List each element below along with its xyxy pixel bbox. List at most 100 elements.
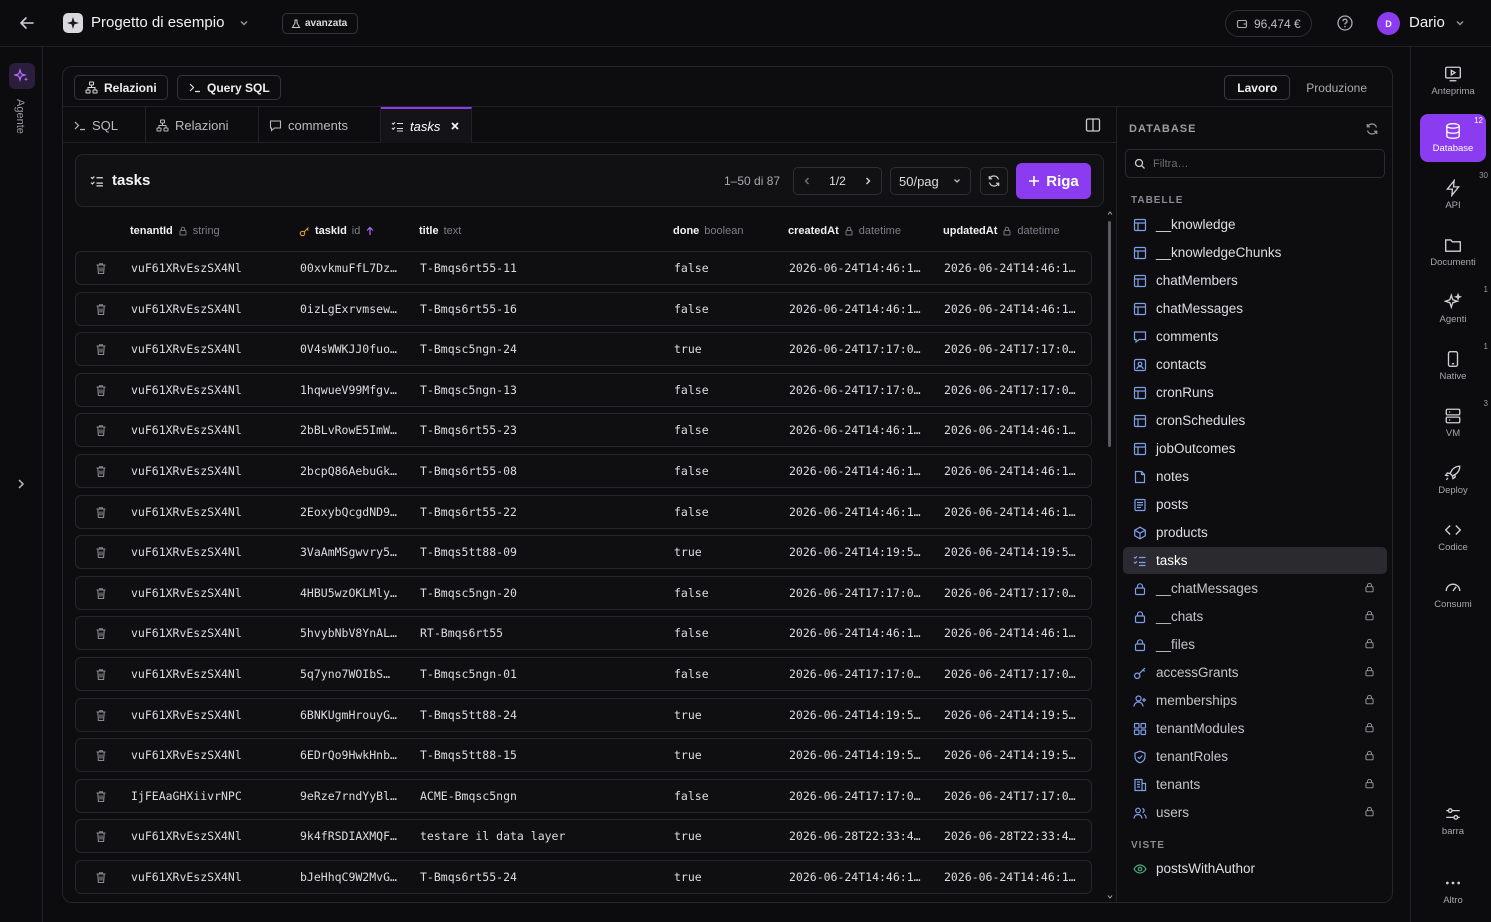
cell-tenantId[interactable]: vuF61XRvEszSX4Nl bbox=[131, 464, 242, 478]
table-item-posts[interactable]: posts bbox=[1123, 491, 1387, 518]
tab-tasks[interactable]: tasks bbox=[381, 107, 472, 143]
cell-title[interactable]: testare il data layer bbox=[420, 829, 565, 843]
cell-done[interactable]: true bbox=[674, 870, 702, 884]
table-row[interactable]: vuF61XRvEszSX4Nl 1hqwueV99Mfgv… T-Bmqsc5ng… bbox=[75, 372, 1092, 407]
table-row[interactable]: vuF61XRvEszSX4Nl 2EoxybQcgdND9… T-Bmqs6rt5… bbox=[75, 494, 1092, 529]
cell-taskId[interactable]: 00xvkmuFfL7Dz… bbox=[300, 261, 397, 275]
cell-updatedAt[interactable]: 2026-06-24T17:17:0… bbox=[944, 789, 1076, 803]
table-item-chatMessages[interactable]: chatMessages bbox=[1123, 295, 1387, 322]
cell-title[interactable]: ACME-Bmqsc5ngn bbox=[420, 789, 517, 803]
cell-updatedAt[interactable]: 2026-06-24T14:46:1… bbox=[944, 261, 1076, 275]
rail-item-documenti[interactable]: Documenti bbox=[1420, 228, 1486, 276]
cell-taskId[interactable]: bJeHhqC9W2MvG… bbox=[300, 870, 397, 884]
refresh-icon[interactable] bbox=[1365, 122, 1379, 136]
cell-updatedAt[interactable]: 2026-06-24T17:17:0… bbox=[944, 586, 1076, 600]
trash-icon[interactable] bbox=[95, 709, 107, 722]
table-item-files[interactable]: __files bbox=[1123, 631, 1387, 658]
cell-title[interactable]: T-Bmqsc5ngn-13 bbox=[420, 383, 517, 397]
table-item-memberships[interactable]: memberships bbox=[1123, 687, 1387, 714]
cell-done[interactable]: false bbox=[674, 423, 709, 437]
cell-tenantId[interactable]: vuF61XRvEszSX4Nl bbox=[131, 829, 242, 843]
cell-tenantId[interactable]: vuF61XRvEszSX4Nl bbox=[131, 545, 242, 559]
cell-createdAt[interactable]: 2026-06-24T14:46:1… bbox=[789, 626, 921, 640]
cell-tenantId[interactable]: vuF61XRvEszSX4Nl bbox=[131, 870, 242, 884]
rail-item-anteprima[interactable]: Anteprima bbox=[1420, 57, 1486, 105]
cell-taskId[interactable]: 3VaAmMSgwvry5… bbox=[300, 545, 397, 559]
trash-icon[interactable] bbox=[95, 830, 107, 843]
column-header-taskId[interactable]: taskId id bbox=[299, 225, 375, 237]
cell-tenantId[interactable]: vuF61XRvEszSX4Nl bbox=[131, 342, 242, 356]
trash-icon[interactable] bbox=[95, 384, 107, 397]
table-item-accessGrants[interactable]: accessGrants bbox=[1123, 659, 1387, 686]
cell-createdAt[interactable]: 2026-06-24T14:19:5… bbox=[789, 545, 921, 559]
back-arrow-icon[interactable] bbox=[18, 14, 36, 32]
cell-updatedAt[interactable]: 2026-06-24T14:46:1… bbox=[944, 505, 1076, 519]
column-header-title[interactable]: title text bbox=[419, 225, 461, 237]
split-view-icon[interactable] bbox=[1085, 117, 1101, 133]
cell-title[interactable]: RT-Bmqs6rt55 bbox=[420, 626, 503, 640]
chevron-down-icon[interactable] bbox=[238, 17, 250, 29]
table-item-tasks[interactable]: tasks bbox=[1123, 547, 1387, 574]
trash-icon[interactable] bbox=[95, 303, 107, 316]
rail-item-api[interactable]: API 30 bbox=[1420, 171, 1488, 219]
table-row[interactable]: vuF61XRvEszSX4Nl 4HBU5wzOKLMly… T-Bmqsc5ng… bbox=[75, 575, 1092, 610]
column-header-tenantId[interactable]: tenantId string bbox=[130, 225, 220, 237]
cell-updatedAt[interactable]: 2026-06-24T14:46:1… bbox=[944, 464, 1076, 478]
cell-title[interactable]: T-Bmqs5tt88-24 bbox=[420, 708, 517, 722]
trash-icon[interactable] bbox=[95, 871, 107, 884]
sql-query-button[interactable]: Query SQL bbox=[177, 75, 281, 100]
cell-title[interactable]: T-Bmqs6rt55-23 bbox=[420, 423, 517, 437]
cell-createdAt[interactable]: 2026-06-28T22:33:4… bbox=[789, 829, 921, 843]
project-logo-icon[interactable] bbox=[63, 13, 83, 33]
cell-taskId[interactable]: 4HBU5wzOKLMly… bbox=[300, 586, 397, 600]
cell-updatedAt[interactable]: 2026-06-24T14:19:5… bbox=[944, 748, 1076, 762]
cell-tenantId[interactable]: IjFEAaGHXiivrNPC bbox=[131, 789, 242, 803]
cell-done[interactable]: false bbox=[674, 505, 709, 519]
table-item-knowledge[interactable]: __knowledge bbox=[1123, 211, 1387, 238]
project-name[interactable]: Progetto di esempio bbox=[91, 14, 224, 31]
trash-icon[interactable] bbox=[95, 424, 107, 437]
trash-icon[interactable] bbox=[95, 465, 107, 478]
column-header-updatedAt[interactable]: updatedAt datetime bbox=[943, 225, 1060, 237]
table-item-chats[interactable]: __chats bbox=[1123, 603, 1387, 630]
table-item-tenantModules[interactable]: tenantModules bbox=[1123, 715, 1387, 742]
table-item-tenants[interactable]: tenants bbox=[1123, 771, 1387, 798]
cell-updatedAt[interactable]: 2026-06-24T14:46:1… bbox=[944, 626, 1076, 640]
scroll-up-icon[interactable] bbox=[1107, 210, 1113, 216]
table-item-chatMessages[interactable]: __chatMessages bbox=[1123, 575, 1387, 602]
table-row[interactable]: vuF61XRvEszSX4Nl 00xvkmuFfL7Dz… T-Bmqs6rt5… bbox=[75, 251, 1092, 285]
cell-tenantId[interactable]: vuF61XRvEszSX4Nl bbox=[131, 505, 242, 519]
cell-done[interactable]: true bbox=[674, 342, 702, 356]
user-name[interactable]: Dario bbox=[1409, 14, 1445, 31]
cell-tenantId[interactable]: vuF61XRvEszSX4Nl bbox=[131, 302, 242, 316]
cell-taskId[interactable]: 1hqwueV99Mfgv… bbox=[300, 383, 397, 397]
cell-done[interactable]: true bbox=[674, 545, 702, 559]
table-item-chatMembers[interactable]: chatMembers bbox=[1123, 267, 1387, 294]
credits-pill[interactable]: 96,474 € bbox=[1225, 10, 1312, 37]
cell-taskId[interactable]: 5q7yno7WOIbS… bbox=[300, 667, 390, 681]
per-page-select[interactable]: 50/pag bbox=[890, 167, 971, 195]
cell-taskId[interactable]: 2EoxybQcgdND9… bbox=[300, 505, 397, 519]
table-item-contacts[interactable]: contacts bbox=[1123, 351, 1387, 378]
cell-tenantId[interactable]: vuF61XRvEszSX4Nl bbox=[131, 261, 242, 275]
refresh-button[interactable] bbox=[980, 167, 1008, 195]
cell-tenantId[interactable]: vuF61XRvEszSX4Nl bbox=[131, 423, 242, 437]
table-row[interactable]: vuF61XRvEszSX4Nl 2bcpQ86AebuGk… T-Bmqs6rt5… bbox=[75, 454, 1092, 488]
cell-done[interactable]: false bbox=[674, 667, 709, 681]
table-row[interactable]: IjFEAaGHXiivrNPC 9eRze7rndYyBl… ACME-Bmqsc… bbox=[75, 778, 1092, 813]
table-item-cronRuns[interactable]: cronRuns bbox=[1123, 379, 1387, 406]
cell-done[interactable]: false bbox=[674, 586, 709, 600]
cell-createdAt[interactable]: 2026-06-24T14:46:1… bbox=[789, 261, 921, 275]
table-row[interactable]: vuF61XRvEszSX4Nl 6BNKUgmHrouyG… T-Bmqs5tt8… bbox=[75, 697, 1092, 732]
cell-updatedAt[interactable]: 2026-06-24T14:19:5… bbox=[944, 708, 1076, 722]
cell-done[interactable]: false bbox=[674, 383, 709, 397]
cell-updatedAt[interactable]: 2026-06-24T17:17:0… bbox=[944, 383, 1076, 397]
trash-icon[interactable] bbox=[95, 749, 107, 762]
table-row[interactable]: vuF61XRvEszSX4Nl 2bBLvRowE5ImW… T-Bmqs6rt5… bbox=[75, 413, 1092, 448]
chevron-left-icon[interactable] bbox=[802, 176, 812, 186]
table-item-notes[interactable]: notes bbox=[1123, 463, 1387, 490]
cell-taskId[interactable]: 6EDrQo9HwkHnb… bbox=[300, 748, 397, 762]
trash-icon[interactable] bbox=[95, 546, 107, 559]
cell-taskId[interactable]: 5hvybNbV8YnAL… bbox=[300, 626, 397, 640]
add-row-button[interactable]: Riga bbox=[1016, 163, 1091, 199]
